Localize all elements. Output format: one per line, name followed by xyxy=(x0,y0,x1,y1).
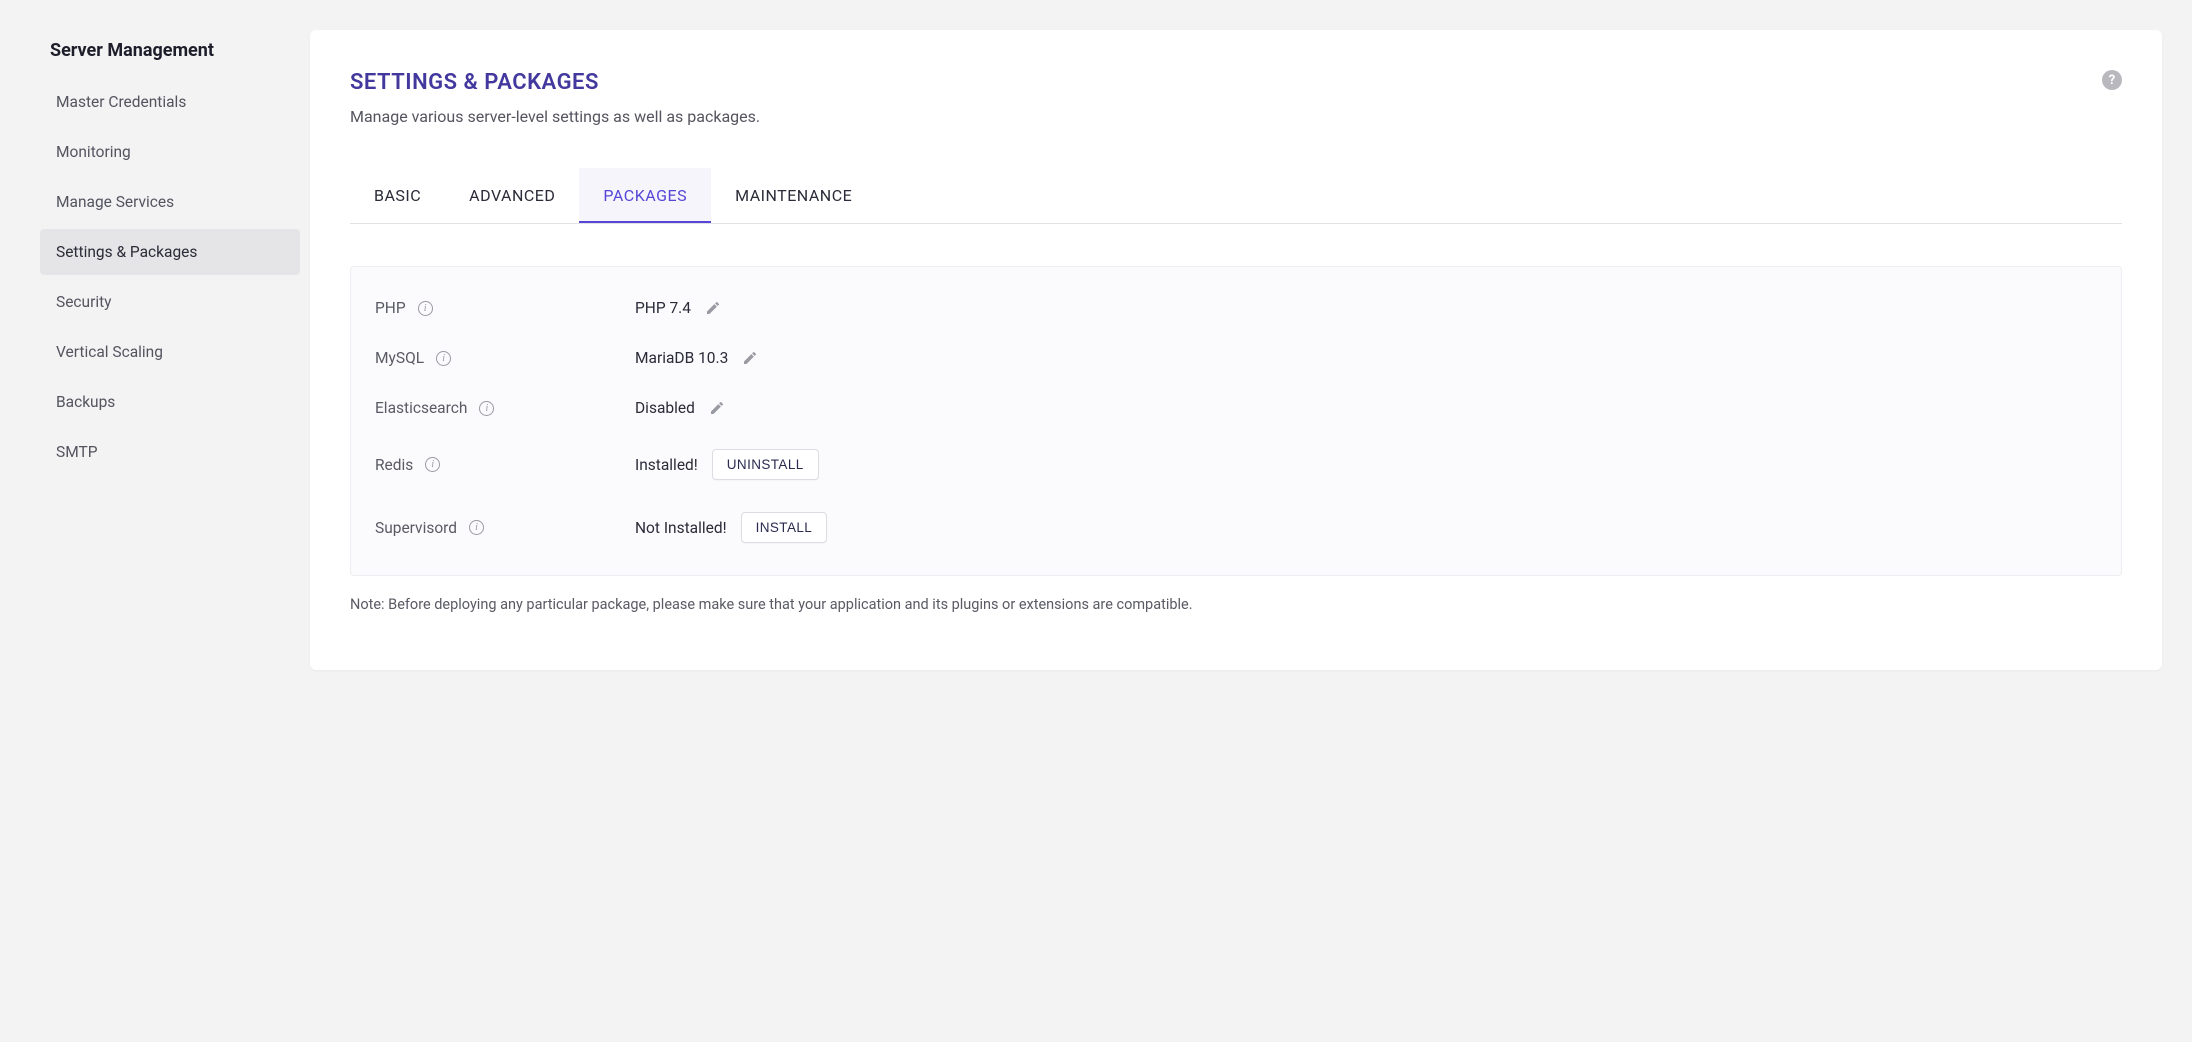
sidebar-title: Server Management xyxy=(40,30,300,79)
pencil-icon[interactable] xyxy=(709,400,725,416)
row-supervisord: Supervisord i Not Installed! INSTALL xyxy=(351,496,2121,559)
row-redis: Redis i Installed! UNINSTALL xyxy=(351,433,2121,496)
pencil-icon[interactable] xyxy=(705,300,721,316)
sidebar: Server Management Master Credentials Mon… xyxy=(10,30,310,479)
sidebar-item-security[interactable]: Security xyxy=(40,279,300,325)
install-button[interactable]: INSTALL xyxy=(741,512,828,543)
tabs: BASIC ADVANCED PACKAGES MAINTENANCE xyxy=(350,168,2122,224)
page-title: SETTINGS & PACKAGES xyxy=(350,70,760,95)
value-mysql: MariaDB 10.3 xyxy=(635,349,728,367)
sidebar-item-smtp[interactable]: SMTP xyxy=(40,429,300,475)
note-text: Note: Before deploying any particular pa… xyxy=(350,596,2122,613)
value-redis: Installed! xyxy=(635,456,698,474)
packages-panel: PHP i PHP 7.4 MySQL i MariaDB 10.3 xyxy=(350,266,2122,576)
tab-basic[interactable]: BASIC xyxy=(350,168,445,223)
pencil-icon[interactable] xyxy=(742,350,758,366)
help-icon[interactable]: ? xyxy=(2102,70,2122,90)
sidebar-item-master-credentials[interactable]: Master Credentials xyxy=(40,79,300,125)
page-subtitle: Manage various server-level settings as … xyxy=(350,107,760,126)
info-icon[interactable]: i xyxy=(436,351,451,366)
sidebar-item-vertical-scaling[interactable]: Vertical Scaling xyxy=(40,329,300,375)
main-panel: SETTINGS & PACKAGES Manage various serve… xyxy=(310,30,2162,670)
label-redis: Redis xyxy=(375,456,413,474)
tab-advanced[interactable]: ADVANCED xyxy=(445,168,579,223)
sidebar-item-manage-services[interactable]: Manage Services xyxy=(40,179,300,225)
info-icon[interactable]: i xyxy=(418,301,433,316)
value-php: PHP 7.4 xyxy=(635,299,691,317)
label-supervisord: Supervisord xyxy=(375,519,457,537)
uninstall-button[interactable]: UNINSTALL xyxy=(712,449,819,480)
label-php: PHP xyxy=(375,299,406,317)
tab-maintenance[interactable]: MAINTENANCE xyxy=(711,168,876,223)
info-icon[interactable]: i xyxy=(425,457,440,472)
tab-packages[interactable]: PACKAGES xyxy=(579,168,711,223)
row-elasticsearch: Elasticsearch i Disabled xyxy=(351,383,2121,433)
sidebar-item-monitoring[interactable]: Monitoring xyxy=(40,129,300,175)
label-elasticsearch: Elasticsearch xyxy=(375,399,467,417)
row-mysql: MySQL i MariaDB 10.3 xyxy=(351,333,2121,383)
info-icon[interactable]: i xyxy=(479,401,494,416)
value-elasticsearch: Disabled xyxy=(635,399,695,417)
sidebar-item-settings-packages[interactable]: Settings & Packages xyxy=(40,229,300,275)
row-php: PHP i PHP 7.4 xyxy=(351,283,2121,333)
label-mysql: MySQL xyxy=(375,349,424,367)
value-supervisord: Not Installed! xyxy=(635,519,727,537)
info-icon[interactable]: i xyxy=(469,520,484,535)
sidebar-item-backups[interactable]: Backups xyxy=(40,379,300,425)
